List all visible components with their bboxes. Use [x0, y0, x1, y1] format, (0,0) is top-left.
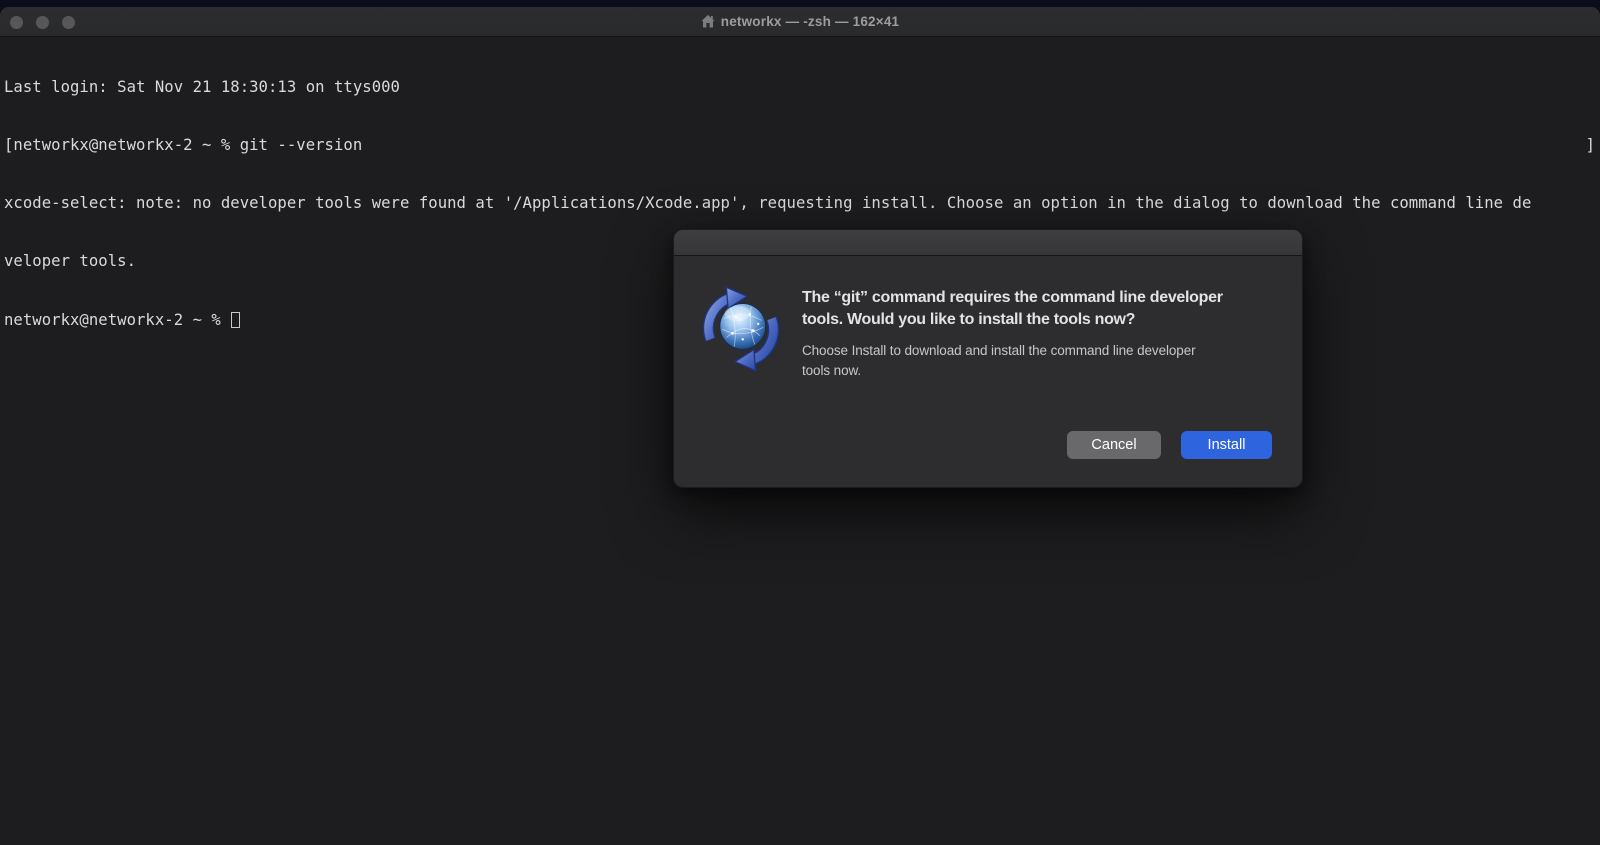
cancel-button[interactable]: Cancel	[1067, 431, 1161, 459]
dialog-content: The “git” command requires the command l…	[674, 256, 1302, 431]
install-developer-tools-dialog: The “git” command requires the command l…	[673, 229, 1303, 488]
install-button[interactable]: Install	[1181, 431, 1272, 459]
minimize-button[interactable]	[36, 16, 49, 29]
dialog-button-row: Cancel Install	[674, 431, 1302, 487]
terminal-cursor	[231, 312, 240, 328]
command-mark-bracket: ]	[1586, 136, 1595, 155]
terminal-line: xcode-select: note: no developer tools w…	[4, 194, 1600, 213]
close-button[interactable]	[10, 16, 23, 29]
dialog-titlebar[interactable]	[674, 230, 1302, 256]
traffic-lights	[10, 7, 75, 37]
home-folder-icon	[701, 15, 715, 28]
zoom-button[interactable]	[62, 16, 75, 29]
software-update-icon	[698, 286, 784, 372]
desktop: networkx — -zsh — 162×41 Last login: Sat…	[0, 0, 1600, 845]
dialog-heading: The “git” command requires the command l…	[802, 287, 1254, 330]
window-title: networkx — -zsh — 162×41	[721, 14, 900, 29]
window-title-group: networkx — -zsh — 162×41	[701, 14, 900, 29]
terminal-titlebar[interactable]: networkx — -zsh — 162×41	[0, 7, 1600, 37]
terminal-line: [networkx@networkx-2 ~ % git --version]	[4, 136, 1600, 155]
terminal-line: Last login: Sat Nov 21 18:30:13 on ttys0…	[4, 78, 1600, 97]
dialog-text-block: The “git” command requires the command l…	[802, 286, 1272, 431]
dialog-body-text: Choose Install to download and install t…	[802, 341, 1226, 380]
